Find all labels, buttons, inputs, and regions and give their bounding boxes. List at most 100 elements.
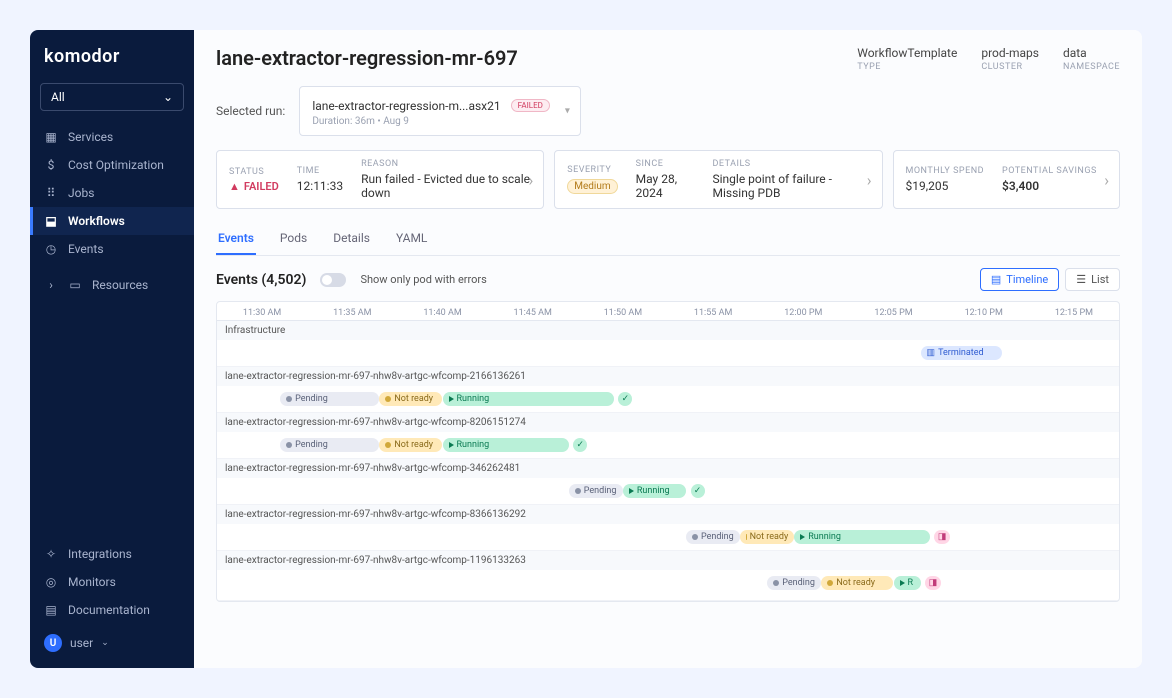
pending-pill[interactable]: Pending — [569, 484, 623, 498]
error-filter-toggle[interactable] — [320, 273, 346, 287]
nav-events[interactable]: ◷Events — [30, 235, 194, 263]
running-pill[interactable]: R — [894, 576, 921, 590]
list-view-button[interactable]: ☰List — [1065, 268, 1120, 291]
card-val: Run failed - Evicted due to scale down — [361, 172, 531, 200]
timeline-lane[interactable]: ▥Terminated — [217, 344, 1119, 362]
puzzle-icon: ✧ — [44, 547, 58, 561]
nav-cost-optimization[interactable]: $Cost Optimization — [30, 151, 194, 179]
pill-label: Pending — [782, 578, 815, 588]
meta-namespace: dataNAMESPACE — [1063, 46, 1120, 72]
dot-icon — [692, 534, 698, 540]
check-pill[interactable]: ✓ — [691, 484, 705, 498]
pill-label: Pending — [295, 394, 328, 404]
notready-pill[interactable]: Not ready — [740, 530, 794, 544]
nav-label: Monitors — [68, 575, 116, 589]
run-selector[interactable]: lane-extractor-regression-m...asx21 FAIL… — [299, 86, 581, 136]
reason-col: REASONRun failed - Evicted due to scale … — [361, 159, 531, 200]
nav-documentation[interactable]: ▤Documentation — [30, 596, 194, 624]
chevron-right-icon[interactable]: › — [1104, 170, 1109, 189]
pill-label: Not ready — [394, 394, 433, 404]
tab-events[interactable]: Events — [216, 223, 256, 255]
card-lbl: STATUS — [229, 167, 279, 177]
dot-icon — [827, 580, 833, 586]
check-pill[interactable]: ✓ — [573, 438, 587, 452]
time-tick: 11:45 AM — [488, 308, 578, 318]
warning-icon: ▲ — [229, 180, 240, 193]
tab-details[interactable]: Details — [331, 223, 372, 255]
pending-pill[interactable]: Pending — [280, 438, 379, 452]
timeline-row-2: lane-extractor-regression-mr-697-nhw8v-a… — [217, 413, 1119, 459]
bars-icon: ⠿ — [44, 186, 58, 200]
severity-badge: Medium — [567, 179, 617, 194]
nav-services[interactable]: ▦Services — [30, 123, 194, 151]
terminated-pill[interactable]: ▥Terminated — [921, 346, 1002, 360]
tab-pods[interactable]: Pods — [278, 223, 309, 255]
timeline-lane[interactable]: Pending Not ready Running ✓ — [217, 436, 1119, 454]
user-avatar: U — [44, 634, 62, 652]
caret-down-icon: ▾ — [565, 106, 570, 117]
nav-integrations[interactable]: ✧Integrations — [30, 540, 194, 568]
main-content: lane-extractor-regression-mr-697 Workflo… — [194, 30, 1142, 668]
timeline-lane[interactable]: Pending Running ✓ — [217, 482, 1119, 500]
notready-pill[interactable]: Not ready — [379, 438, 442, 452]
timeline-lane[interactable]: Pending Not ready Running ◨ — [217, 528, 1119, 546]
row-label: lane-extractor-regression-mr-697-nhw8v-a… — [217, 459, 1119, 478]
card-val: $19,205 — [906, 179, 985, 193]
chevron-right-icon[interactable]: › — [528, 170, 533, 189]
pending-pill[interactable]: Pending — [686, 530, 740, 544]
notready-pill[interactable]: Not ready — [379, 392, 442, 406]
btn-label: List — [1091, 273, 1109, 286]
user-menu[interactable]: U user ⌄ — [30, 624, 194, 662]
chevron-right-icon[interactable]: › — [867, 170, 872, 189]
timeline-lane[interactable]: Pending Not ready Running ✓ — [217, 390, 1119, 408]
cube-pill[interactable]: ◨ — [925, 576, 941, 590]
time-tick: 12:10 PM — [939, 308, 1029, 318]
check-pill[interactable]: ✓ — [618, 392, 632, 406]
tab-yaml[interactable]: YAML — [394, 223, 429, 255]
timeline-lane[interactable]: Pending Not ready R ◨ — [217, 574, 1119, 592]
view-switch: ▤Timeline ☰List — [980, 268, 1120, 291]
tabs: Events Pods Details YAML — [216, 223, 1120, 256]
nav-label: Documentation — [68, 603, 150, 617]
nav-resources[interactable]: ›▭Resources — [30, 271, 194, 299]
nav-workflows[interactable]: ⬓Workflows — [30, 207, 194, 235]
nav-monitors[interactable]: ◎ Monitors — [30, 568, 194, 596]
timeline-row-3: lane-extractor-regression-mr-697-nhw8v-a… — [217, 459, 1119, 505]
play-icon — [629, 488, 634, 494]
dot-icon — [286, 396, 292, 402]
target-icon: ◎ — [44, 575, 58, 589]
nav-label: Events — [68, 242, 104, 256]
meta-lbl: NAMESPACE — [1063, 62, 1120, 72]
time-tick: 11:50 AM — [578, 308, 668, 318]
cube-pill[interactable]: ◨ — [934, 530, 950, 544]
card-val: May 28, 2024 — [636, 172, 695, 200]
running-pill[interactable]: Running — [623, 484, 686, 498]
time-tick: 11:35 AM — [307, 308, 397, 318]
nav-label: Jobs — [68, 186, 94, 200]
timeline-view-button[interactable]: ▤Timeline — [980, 268, 1059, 291]
running-pill[interactable]: Running — [794, 530, 929, 544]
severity-card[interactable]: SEVERITYMedium SINCEMay 28, 2024 DETAILS… — [554, 150, 882, 209]
grid-icon: ▦ — [44, 130, 58, 144]
pending-pill[interactable]: Pending — [767, 576, 821, 590]
cluster-selector[interactable]: All ⌄ — [40, 83, 184, 111]
pill-label: Not ready — [750, 532, 789, 542]
status-card[interactable]: STATUS▲FAILED TIME12:11:33 REASONRun fai… — [216, 150, 544, 209]
play-icon — [449, 442, 454, 448]
dot-icon — [385, 396, 391, 402]
nav-jobs[interactable]: ⠿ Jobs — [30, 179, 194, 207]
meta-val: prod-maps — [981, 46, 1039, 60]
pending-pill[interactable]: Pending — [280, 392, 379, 406]
meta-val: WorkflowTemplate — [857, 46, 957, 60]
running-pill[interactable]: Running — [443, 392, 614, 406]
notready-pill[interactable]: Not ready — [821, 576, 893, 590]
pill-label: Terminated — [938, 348, 984, 358]
card-lbl: POTENTIAL SAVINGS — [1002, 166, 1097, 176]
sidebar: komodor All ⌄ ▦Services $Cost Optimizati… — [30, 30, 194, 668]
pill-label: Pending — [701, 532, 734, 542]
status-text: FAILED — [244, 180, 279, 193]
running-pill[interactable]: Running — [443, 438, 569, 452]
cost-card[interactable]: MONTHLY SPEND$19,205 POTENTIAL SAVINGS$3… — [893, 150, 1121, 209]
events-bar: Events (4,502) Show only pod with errors… — [216, 268, 1120, 291]
timeline-row-infra: Infrastructure ▥Terminated — [217, 321, 1119, 367]
